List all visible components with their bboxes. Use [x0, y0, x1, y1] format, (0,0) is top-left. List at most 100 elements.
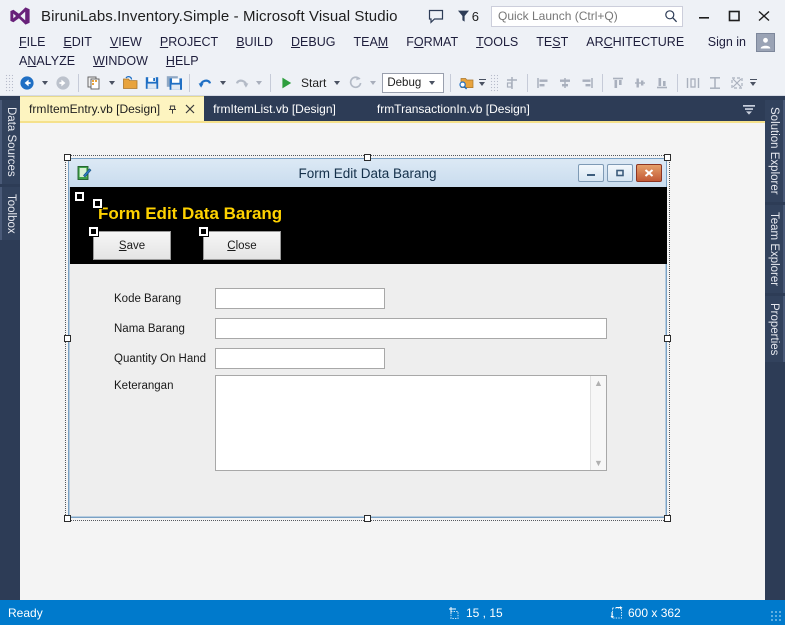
- account-avatar-icon[interactable]: [756, 33, 775, 52]
- menu-item-test[interactable]: TEST: [527, 33, 577, 51]
- menu-item-file[interactable]: FILE: [10, 33, 54, 51]
- navigate-back-dropdown-icon[interactable]: [42, 80, 48, 85]
- sidebar-item-solution-explorer[interactable]: Solution Explorer: [765, 100, 785, 202]
- visual-studio-logo-icon: [7, 3, 33, 29]
- resize-handle-bottom-center[interactable]: [364, 515, 371, 522]
- kode-barang-input[interactable]: [215, 288, 385, 309]
- start-dropdown-icon[interactable]: [334, 80, 341, 85]
- resize-handle-bottom-left[interactable]: [64, 515, 71, 522]
- kode-barang-label[interactable]: Kode Barang: [114, 293, 181, 305]
- pin-icon[interactable]: [167, 104, 178, 115]
- keterangan-label[interactable]: Keterangan: [114, 380, 173, 392]
- nama-barang-label[interactable]: Nama Barang: [114, 323, 185, 335]
- form-caption: Form Edit Data Barang: [298, 165, 437, 181]
- form-minimize-icon[interactable]: [578, 164, 604, 182]
- form-client-area[interactable]: Form Edit Data Barang Save Close Kode Ba…: [70, 187, 667, 516]
- quantity-on-hand-input[interactable]: [215, 348, 385, 369]
- resize-handle-top-center[interactable]: [364, 154, 371, 161]
- menu-bar-right: Sign in: [704, 33, 775, 52]
- menu-item-format[interactable]: FORMAT: [397, 33, 467, 51]
- menu-item-build[interactable]: BUILD: [227, 33, 282, 51]
- save-all-icon[interactable]: [163, 72, 185, 94]
- new-project-dropdown-icon[interactable]: [109, 80, 115, 85]
- find-in-files-icon[interactable]: [455, 72, 477, 94]
- toolbar-grip[interactable]: [5, 73, 13, 92]
- navigate-back-icon[interactable]: [16, 72, 38, 94]
- resize-handle-middle-right[interactable]: [664, 335, 671, 342]
- sidebar-item-toolbox[interactable]: Toolbox: [0, 186, 20, 241]
- layout-toolbar-grip[interactable]: [490, 73, 499, 92]
- menu-item-project[interactable]: PROJECT: [151, 33, 227, 51]
- new-project-icon[interactable]: [83, 72, 105, 94]
- resize-handle-top-left[interactable]: [64, 154, 71, 161]
- resize-handle-middle-left[interactable]: [64, 335, 71, 342]
- status-size: 600 x 362: [610, 606, 681, 620]
- solution-configuration-dropdown[interactable]: Debug: [382, 72, 445, 93]
- menu-item-window[interactable]: WINDOW: [84, 52, 157, 70]
- panel-designer-glyph[interactable]: [74, 191, 85, 202]
- start-play-icon[interactable]: [275, 72, 297, 94]
- resize-handle-top-right[interactable]: [664, 154, 671, 161]
- label-designer-glyph[interactable]: [92, 198, 103, 209]
- form-close-icon[interactable]: [636, 164, 662, 182]
- form-designer-surface[interactable]: Form Edit Data Barang Form Edit Data Bar…: [20, 121, 765, 600]
- keterangan-scrollbar[interactable]: ▲ ▼: [590, 376, 606, 470]
- restart-dropdown-icon[interactable]: [370, 80, 377, 85]
- tab-close-icon[interactable]: [185, 104, 195, 114]
- close-button[interactable]: Close: [198, 226, 281, 260]
- designer-position-icon: [448, 606, 462, 620]
- minimize-icon[interactable]: [689, 2, 719, 30]
- tab-frmitemlist[interactable]: frmItemList.vb [Design]: [204, 96, 345, 121]
- feedback-balloon-icon[interactable]: [421, 1, 451, 31]
- toolbar-overflow-icon[interactable]: [477, 72, 487, 94]
- maximize-icon[interactable]: [719, 2, 749, 30]
- undo-dropdown-icon[interactable]: [220, 80, 226, 85]
- menu-item-architecture[interactable]: ARCHITECTURE: [577, 33, 693, 51]
- scroll-up-icon[interactable]: ▲: [594, 378, 603, 388]
- menu-item-view[interactable]: VIEW: [101, 33, 151, 51]
- form-selection-container[interactable]: Form Edit Data Barang Form Edit Data Bar…: [64, 154, 671, 522]
- sidebar-item-data-sources[interactable]: Data Sources: [0, 100, 20, 184]
- menu-item-edit[interactable]: EDIT: [54, 33, 100, 51]
- scroll-down-icon[interactable]: ▼: [594, 458, 603, 468]
- undo-icon[interactable]: [194, 72, 216, 94]
- start-button[interactable]: Start: [297, 72, 330, 94]
- header-title-label[interactable]: Form Edit Data Barang: [92, 198, 282, 224]
- layout-toolbar-overflow-icon[interactable]: [748, 72, 758, 94]
- save-icon[interactable]: [141, 72, 163, 94]
- keterangan-textarea[interactable]: ▲ ▼: [215, 375, 607, 471]
- close-icon[interactable]: [749, 2, 779, 30]
- menu-bar: FILE EDIT VIEW PROJECT BUILD DEBUG TEAM …: [0, 32, 785, 70]
- tab-list-overflow-icon[interactable]: [741, 102, 757, 116]
- menu-item-analyze[interactable]: ANALYZE: [10, 52, 84, 70]
- save-button[interactable]: Save: [88, 226, 171, 260]
- notification-funnel[interactable]: 6: [451, 9, 485, 24]
- tab-label: frmItemEntry.vb [Design]: [29, 102, 161, 116]
- designed-form[interactable]: Form Edit Data Barang Form Edit Data Bar…: [68, 158, 667, 518]
- sidebar-item-properties[interactable]: Properties: [765, 295, 785, 363]
- menu-item-help[interactable]: HELP: [157, 52, 208, 70]
- resize-handle-bottom-right[interactable]: [664, 515, 671, 522]
- resize-grip-icon[interactable]: [770, 610, 782, 622]
- nama-barang-input[interactable]: [215, 318, 607, 339]
- tab-frmtransactionin[interactable]: frmTransactionIn.vb [Design]: [345, 96, 539, 121]
- menu-item-tools[interactable]: TOOLS: [467, 33, 527, 51]
- redo-dropdown-icon[interactable]: [256, 80, 262, 85]
- menu-item-team[interactable]: TEAM: [344, 33, 397, 51]
- notification-funnel-icon: [457, 9, 470, 23]
- menu-item-debug[interactable]: DEBUG: [282, 33, 344, 51]
- form-maximize-icon[interactable]: [607, 164, 633, 182]
- quick-launch-input[interactable]: [498, 9, 664, 23]
- quantity-on-hand-label[interactable]: Quantity On Hand: [114, 353, 206, 365]
- sign-in-button[interactable]: Sign in: [704, 33, 750, 51]
- align-rights-icon: [576, 72, 598, 94]
- quick-launch[interactable]: [491, 5, 683, 27]
- header-panel[interactable]: Form Edit Data Barang Save Close: [70, 187, 667, 264]
- close-button-designer-glyph[interactable]: [198, 226, 209, 237]
- tab-frmitementry[interactable]: frmItemEntry.vb [Design]: [20, 96, 205, 121]
- sidebar-item-team-explorer[interactable]: Team Explorer: [765, 204, 785, 293]
- save-button-designer-glyph[interactable]: [88, 226, 99, 237]
- form-title-bar: Form Edit Data Barang: [69, 159, 666, 187]
- open-file-icon[interactable]: [119, 72, 141, 94]
- status-position: 15 , 15: [448, 606, 503, 620]
